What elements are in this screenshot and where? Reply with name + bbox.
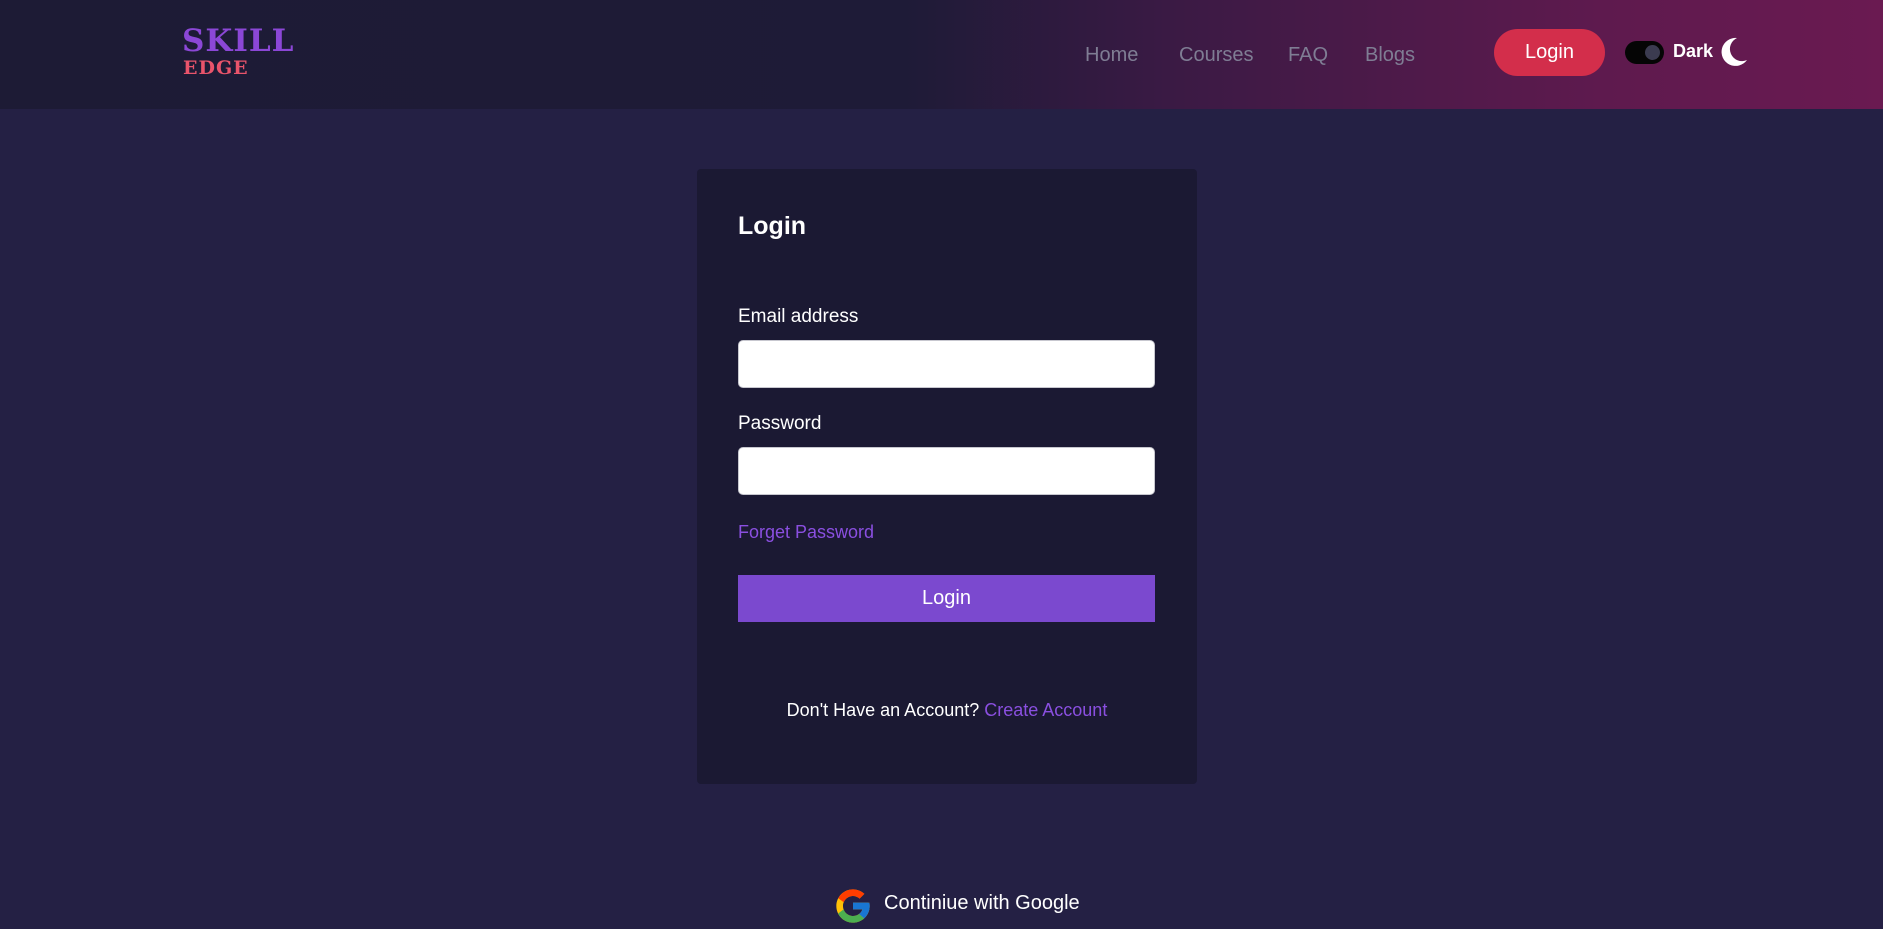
theme-label: Dark xyxy=(1673,41,1714,61)
nav-link-courses[interactable]: Courses xyxy=(1179,43,1253,67)
toggle-knob xyxy=(1645,45,1660,60)
signup-prompt: Don't Have an Account? xyxy=(786,700,980,720)
nav-link-blogs[interactable]: Blogs xyxy=(1365,43,1415,67)
logo-line1: SKILL xyxy=(182,23,295,59)
navbar: SKILL EDGE Home Courses FAQ Blogs Login … xyxy=(0,0,1883,109)
forget-password-link[interactable]: Forget Password xyxy=(738,521,874,543)
email-field[interactable] xyxy=(738,340,1155,388)
theme-toggle[interactable] xyxy=(1625,41,1664,64)
nav-link-home[interactable]: Home xyxy=(1085,43,1138,67)
create-account-link[interactable]: Create Account xyxy=(984,700,1107,720)
moon-icon[interactable] xyxy=(1718,36,1748,68)
password-label: Password xyxy=(738,413,822,434)
google-icon xyxy=(836,889,870,923)
password-field[interactable] xyxy=(738,447,1155,495)
login-submit-button[interactable]: Login xyxy=(738,575,1155,622)
login-card: Login Email address Password Forget Pass… xyxy=(697,169,1197,784)
nav-login-button[interactable]: Login xyxy=(1494,29,1605,76)
google-signin-label: Continiue with Google xyxy=(884,892,1080,914)
signup-row: Don't Have an Account? Create Account xyxy=(697,699,1197,721)
email-label: Email address xyxy=(738,306,859,327)
nav-link-faq[interactable]: FAQ xyxy=(1288,43,1328,67)
logo[interactable]: SKILL EDGE xyxy=(182,24,302,80)
page-title: Login xyxy=(738,212,807,240)
logo-line2: EDGE xyxy=(183,57,249,79)
